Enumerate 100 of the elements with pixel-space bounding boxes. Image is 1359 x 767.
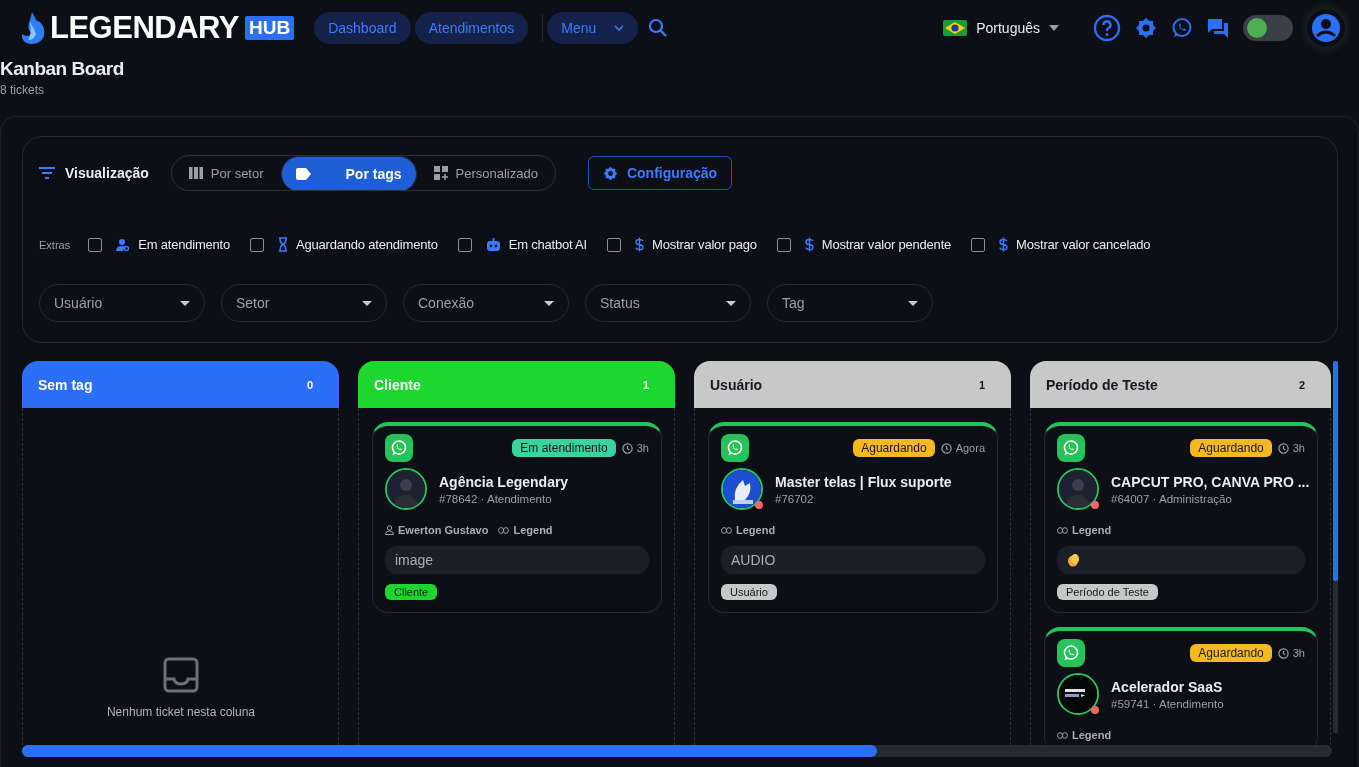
- ticket-number: #78642 · Atendimento: [439, 492, 553, 505]
- link-icon: [498, 526, 510, 534]
- column-count: 1: [978, 378, 985, 391]
- status-badge: Aguardando: [1190, 439, 1272, 457]
- checkbox[interactable]: [607, 237, 621, 252]
- tag-chip: Usuário: [721, 584, 777, 600]
- ticket-card[interactable]: Aguardando 3h CAPCUT PRO, CANVA PRO ... #64007 · Administração Legend Período de Teste: [1044, 422, 1318, 613]
- empty-message: Nenhum ticket nesta coluna: [106, 705, 256, 719]
- clock-icon: [940, 442, 952, 454]
- caret-icon: [180, 300, 190, 306]
- user-avatar-icon[interactable]: [1307, 9, 1345, 47]
- checkbox[interactable]: [250, 237, 265, 252]
- checkbox[interactable]: [776, 237, 791, 252]
- connection-name: Legend: [1072, 729, 1112, 741]
- contact-name: Acelerador SaaS: [1111, 678, 1224, 695]
- clock-icon: [1277, 647, 1289, 659]
- status-badge: Aguardando: [1190, 644, 1272, 662]
- extra-option-label: Mostrar valor pendente: [821, 237, 952, 252]
- extras-label: Extras: [39, 238, 71, 251]
- help-icon[interactable]: [1093, 14, 1121, 42]
- caret-icon: [362, 300, 372, 306]
- ticket-time: 3h: [1292, 647, 1305, 659]
- caret-icon: [544, 300, 554, 306]
- brand-name: LEGENDARY: [50, 10, 239, 46]
- toggle-knob[interactable]: [1247, 18, 1267, 38]
- ticket-card[interactable]: Aguardando Agora Master telas | Flux suporte #76702 Legend AUDIO Usuário: [708, 422, 998, 613]
- search-icon[interactable]: [648, 18, 669, 38]
- robot-icon: [485, 237, 501, 252]
- checkbox[interactable]: [457, 237, 472, 252]
- columns-icon: [188, 167, 203, 179]
- link-icon: [721, 526, 732, 534]
- link-icon: [1057, 526, 1068, 534]
- horizontal-scrollbar[interactable]: [22, 745, 1332, 757]
- nav-link[interactable]: Atendimentos: [414, 12, 529, 44]
- extra-option-label: Aguardando atendimento: [296, 237, 438, 252]
- view-tab[interactable]: Por setor: [171, 156, 281, 190]
- ticket-number: #59741 · Atendimento: [1111, 697, 1224, 710]
- person-search-icon: [116, 237, 131, 252]
- checkbox[interactable]: [88, 237, 103, 252]
- scrollbar-thumb[interactable]: [1333, 361, 1338, 581]
- inbox-icon: [163, 657, 199, 693]
- column-count: 1: [642, 378, 649, 391]
- grid-add-icon: [433, 166, 448, 180]
- checkbox[interactable]: [971, 237, 986, 252]
- extra-option-label: Mostrar valor cancelado: [1016, 237, 1151, 252]
- ticket-time: 3h: [1292, 442, 1305, 454]
- status-badge: Aguardando: [853, 439, 935, 457]
- gear-icon: [602, 165, 618, 181]
- extra-option-label: Mostrar valor pago: [652, 237, 757, 252]
- whatsapp-icon: [1057, 639, 1085, 667]
- menu-button[interactable]: Menu: [547, 12, 639, 44]
- ticket-time: Agora: [955, 442, 985, 454]
- message-preview: AUDIO: [721, 546, 985, 574]
- extra-option-label: Em atendimento: [138, 237, 231, 252]
- assigned-user: Ewerton Gustavo: [398, 524, 489, 536]
- chevron-down-icon: [614, 25, 625, 31]
- whatsapp-icon[interactable]: [1171, 17, 1193, 39]
- page-title: Kanban Board: [0, 58, 124, 80]
- whatsapp-icon: [721, 434, 749, 462]
- dollar-icon: [804, 237, 814, 252]
- extra-option-label: Em chatbot AI: [508, 237, 587, 252]
- ticket-count: 8 tickets: [0, 83, 44, 97]
- configuration-button[interactable]: Configuração: [587, 156, 733, 190]
- whatsapp-icon: [1057, 434, 1085, 462]
- tag-icon: [295, 168, 311, 180]
- view-tab[interactable]: Personalizado: [416, 156, 555, 190]
- message-preview: image: [385, 546, 649, 574]
- nav-link[interactable]: Dashboard: [314, 12, 411, 44]
- brand-badge: HUB: [245, 16, 295, 40]
- view-label: Visualização: [65, 165, 149, 181]
- tag-chip: Período de Teste: [1057, 584, 1158, 600]
- ticket-card[interactable]: Em atendimento 3h Agência Legendary #78642 · Atendimento Ewerton Gustavo Legend image Cliente: [372, 422, 662, 613]
- column-title: Usuário: [710, 376, 763, 393]
- chat-icon[interactable]: [1207, 17, 1229, 39]
- person-icon: [385, 525, 394, 535]
- whatsapp-icon: [385, 434, 413, 462]
- contact-name: Agência Legendary: [439, 473, 569, 490]
- column-title: Sem tag: [38, 376, 93, 393]
- ticket-time: 3h: [636, 442, 649, 454]
- link-icon: [1057, 731, 1068, 739]
- tag-chip: Cliente: [385, 584, 438, 600]
- dollar-icon: [635, 237, 644, 252]
- filter-icon: [39, 167, 55, 179]
- column-count: 0: [306, 378, 313, 391]
- vertical-scrollbar[interactable]: [1333, 361, 1338, 733]
- ticket-number: #64007 · Administração: [1111, 492, 1233, 505]
- view-tab[interactable]: Por tags: [280, 156, 417, 190]
- settings-icon[interactable]: [1135, 17, 1157, 39]
- scrollbar-thumb[interactable]: [22, 745, 877, 757]
- flag-icon: [943, 20, 968, 36]
- connection-name: Legend: [513, 524, 553, 536]
- column-title: Cliente: [374, 376, 421, 393]
- status-badge: Em atendimento: [512, 439, 616, 457]
- caret-icon: [1049, 25, 1059, 31]
- ticket-number: #76702: [775, 492, 815, 505]
- theme-toggle[interactable]: [1243, 15, 1293, 41]
- clock-icon: [1277, 442, 1289, 454]
- column-title: Período de Teste: [1046, 376, 1158, 393]
- language-select[interactable]: Português: [937, 19, 1065, 37]
- caret-icon: [908, 300, 918, 306]
